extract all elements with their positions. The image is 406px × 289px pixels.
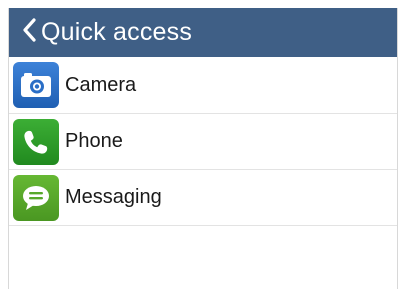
quick-access-screen: Quick access Camera Phone Messaging — [8, 8, 398, 289]
chevron-left-icon — [21, 18, 37, 47]
app-list: Camera Phone Messaging — [9, 57, 397, 226]
page-title: Quick access — [41, 18, 193, 46]
list-item-phone[interactable]: Phone — [9, 114, 397, 170]
list-item-label: Phone — [65, 130, 123, 152]
list-item-label: Camera — [65, 73, 137, 96]
message-icon — [13, 174, 59, 221]
camera-icon — [13, 62, 59, 108]
phone-icon — [13, 118, 59, 165]
app-bar: Quick access — [9, 8, 397, 57]
list-item-label: Messaging — [65, 186, 162, 208]
list-item-messaging[interactable]: Messaging — [9, 170, 397, 226]
list-item-camera[interactable]: Camera — [9, 57, 397, 114]
back-button[interactable] — [9, 8, 37, 57]
